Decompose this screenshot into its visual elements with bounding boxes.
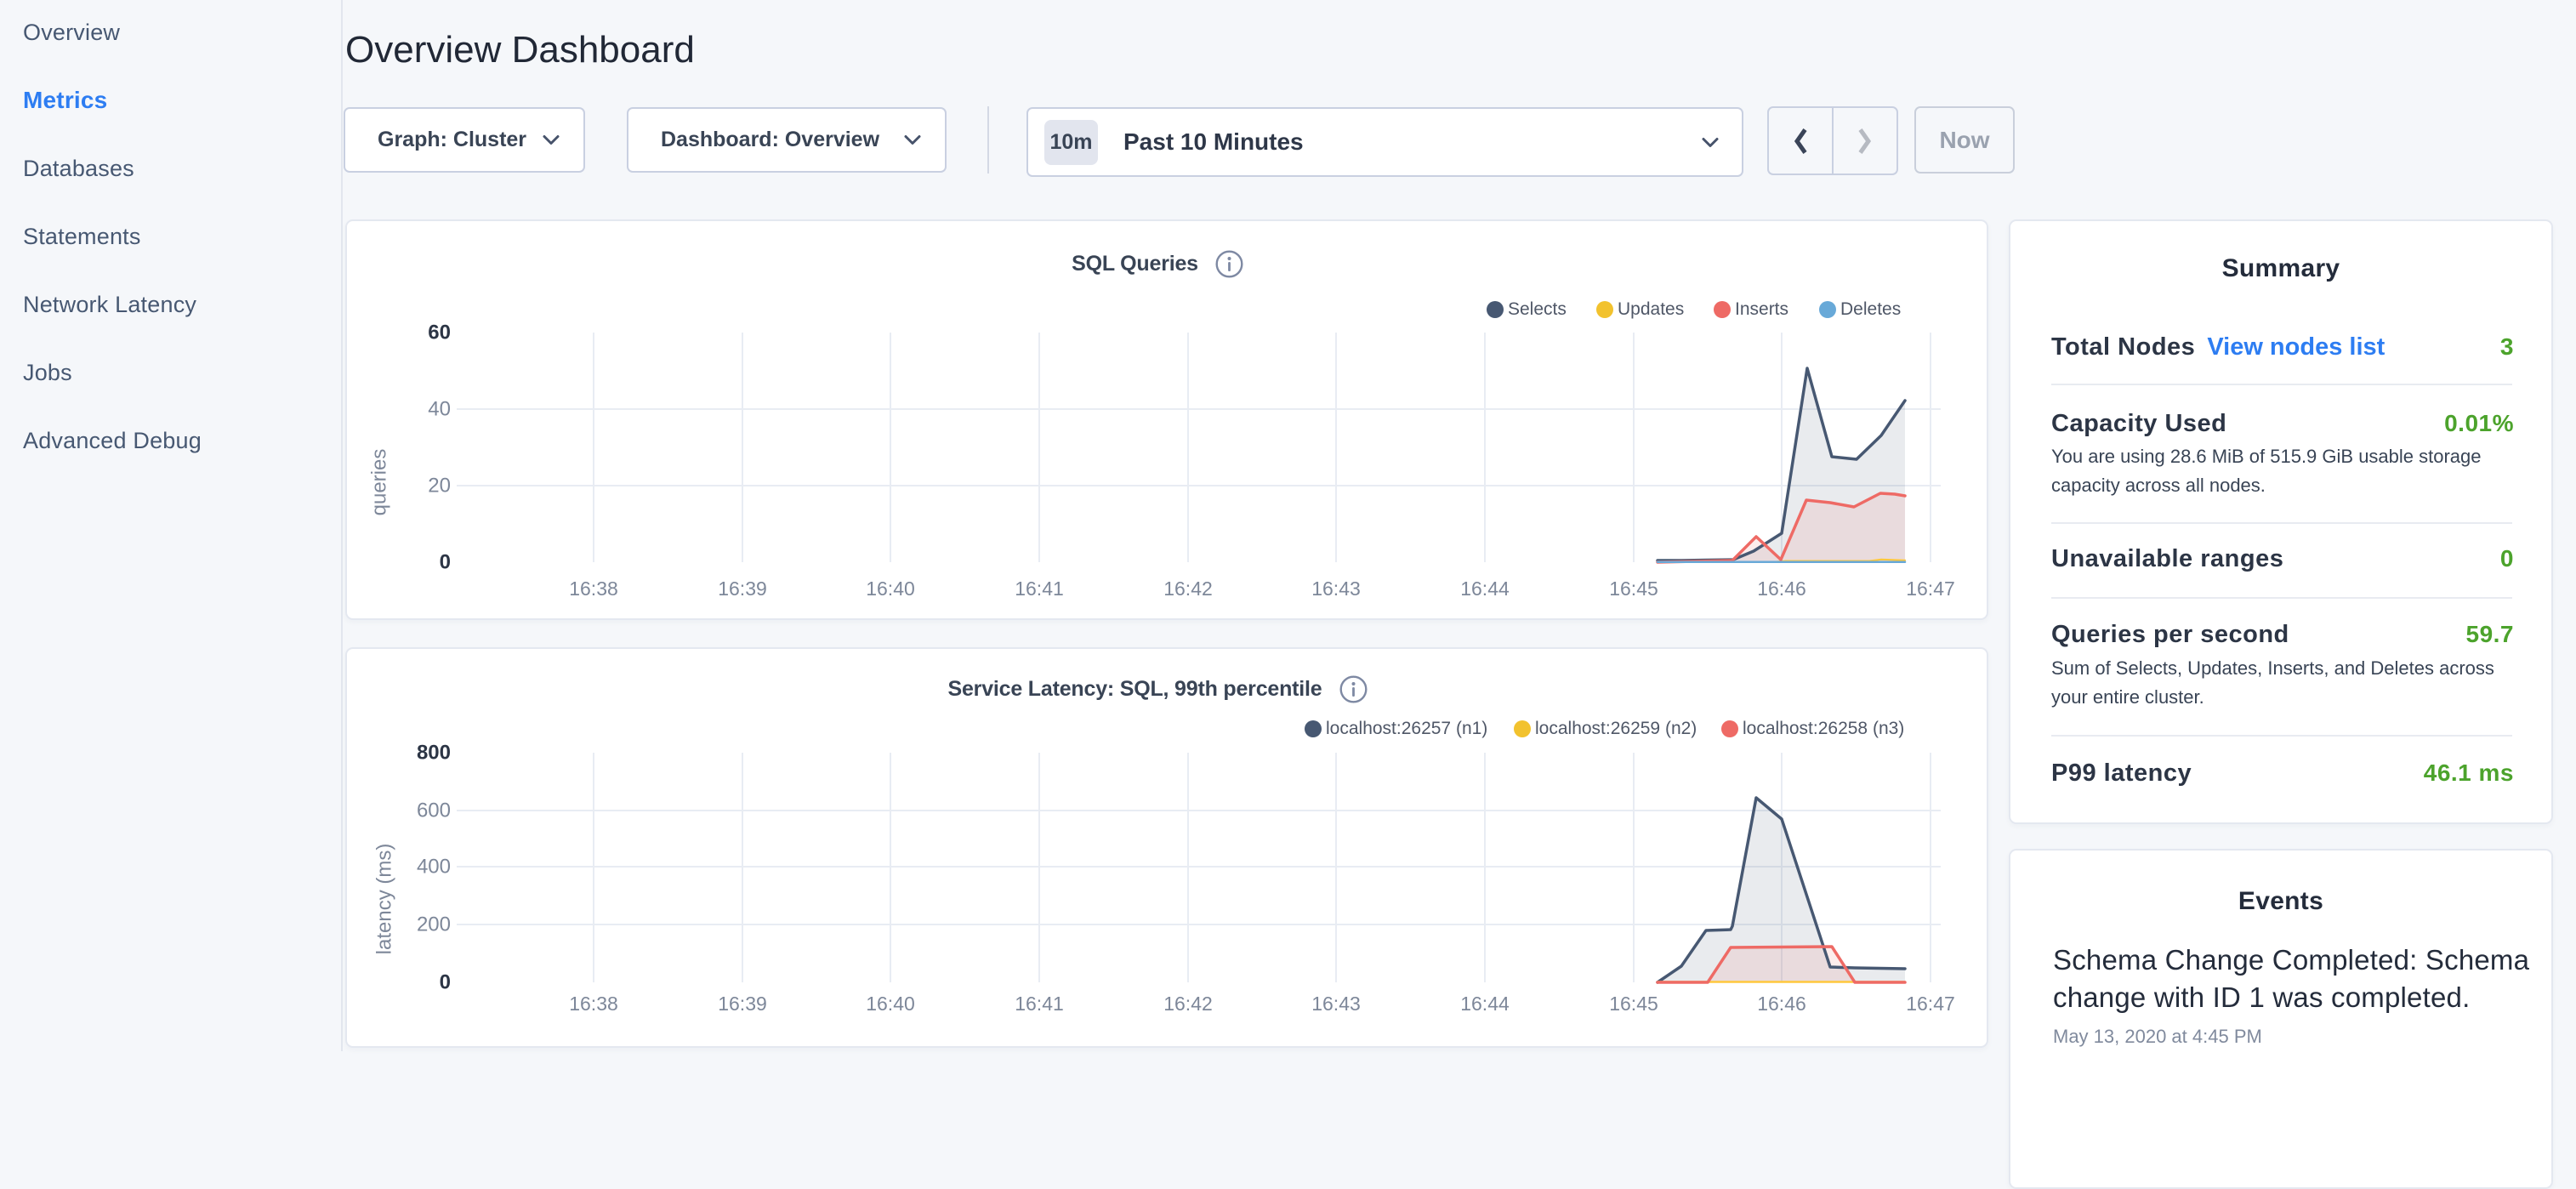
svg-text:800: 800 <box>417 742 451 765</box>
svg-text:16:45: 16:45 <box>1609 577 1658 600</box>
svg-text:60: 60 <box>428 321 451 344</box>
svg-text:16:44: 16:44 <box>1460 577 1510 600</box>
svg-text:16:38: 16:38 <box>569 993 618 1015</box>
svg-text:0: 0 <box>440 551 451 574</box>
svg-text:16:42: 16:42 <box>1163 993 1213 1015</box>
svg-text:16:43: 16:43 <box>1311 993 1361 1015</box>
svg-text:16:43: 16:43 <box>1311 577 1361 600</box>
svg-text:16:38: 16:38 <box>569 577 618 600</box>
svg-text:16:40: 16:40 <box>866 577 915 600</box>
svg-text:16:47: 16:47 <box>1906 577 1955 600</box>
svg-text:0: 0 <box>440 971 451 994</box>
svg-text:16:39: 16:39 <box>718 993 767 1015</box>
svg-text:16:44: 16:44 <box>1460 993 1510 1015</box>
svg-text:16:40: 16:40 <box>866 993 915 1015</box>
svg-text:40: 40 <box>428 398 451 421</box>
svg-text:400: 400 <box>417 856 451 879</box>
svg-text:16:45: 16:45 <box>1609 993 1658 1015</box>
svg-text:16:41: 16:41 <box>1015 993 1064 1015</box>
svg-text:16:39: 16:39 <box>718 577 767 600</box>
svg-text:16:42: 16:42 <box>1163 577 1213 600</box>
svg-text:20: 20 <box>428 475 451 498</box>
svg-text:16:47: 16:47 <box>1906 993 1955 1015</box>
svg-text:200: 200 <box>417 913 451 936</box>
svg-text:16:46: 16:46 <box>1757 993 1806 1015</box>
svg-text:16:41: 16:41 <box>1015 577 1064 600</box>
svg-text:16:46: 16:46 <box>1757 577 1806 600</box>
svg-text:600: 600 <box>417 799 451 822</box>
